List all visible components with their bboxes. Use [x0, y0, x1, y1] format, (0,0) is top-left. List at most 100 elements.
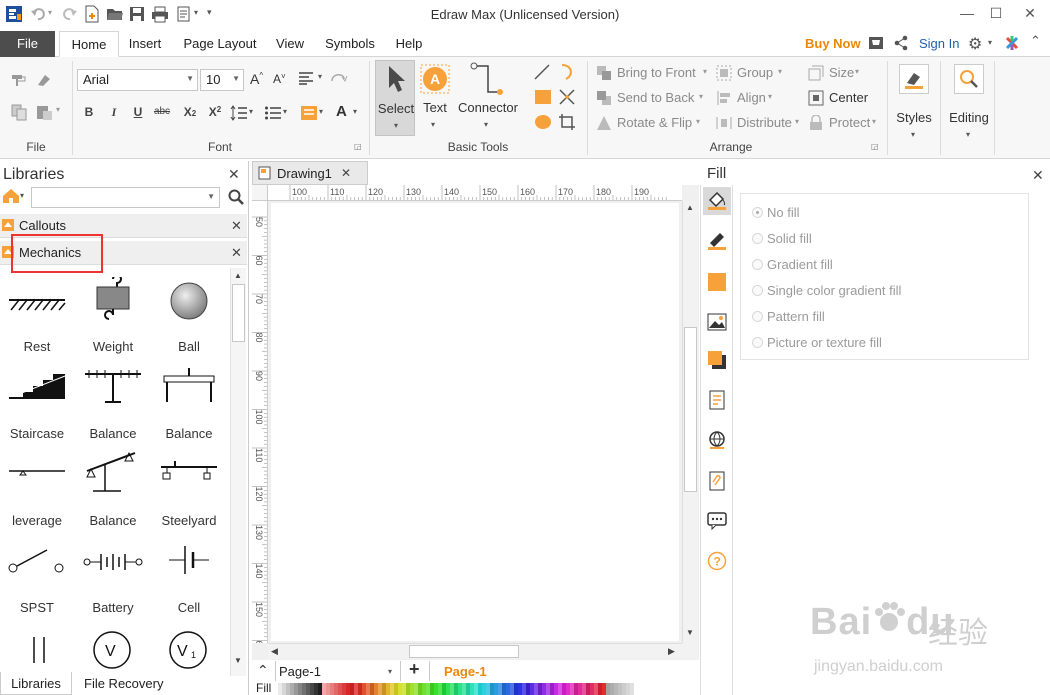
size-label[interactable]: Size — [829, 65, 854, 80]
maximize-button[interactable]: ☐ — [982, 2, 1010, 26]
color-swatch[interactable] — [306, 683, 310, 695]
attachment-icon[interactable] — [707, 471, 727, 491]
color-swatch[interactable] — [442, 683, 446, 695]
bullets-icon[interactable] — [264, 105, 282, 121]
color-swatch[interactable] — [406, 683, 410, 695]
bring-to-front-dropdown-icon[interactable]: ▾ — [703, 67, 707, 76]
align-icon[interactable] — [716, 90, 732, 106]
color-swatch[interactable] — [310, 683, 314, 695]
styles-label[interactable]: Styles — [890, 110, 938, 125]
library-search-input[interactable]: ▼ — [31, 187, 220, 208]
clear-format-icon[interactable] — [35, 70, 53, 88]
color-swatch[interactable] — [542, 683, 546, 695]
radio-button[interactable] — [752, 233, 763, 244]
color-swatch[interactable] — [374, 683, 378, 695]
scroll-right-icon[interactable]: ▶ — [668, 646, 675, 657]
color-swatch[interactable] — [550, 683, 554, 695]
color-swatch[interactable] — [346, 683, 350, 695]
color-swatch[interactable] — [466, 683, 470, 695]
line-spacing-icon[interactable] — [230, 105, 248, 121]
shadow-icon[interactable] — [707, 350, 727, 370]
page-bar-collapse-icon[interactable]: ⌃ — [257, 662, 269, 679]
bullets-dropdown-icon[interactable]: ▾ — [283, 107, 287, 116]
color-swatch[interactable] — [558, 683, 562, 695]
color-palette[interactable] — [274, 683, 634, 695]
color-swatch[interactable] — [426, 683, 430, 695]
shape-rest[interactable]: Rest — [0, 273, 75, 359]
color-swatch[interactable] — [418, 683, 422, 695]
color-swatch[interactable] — [614, 683, 618, 695]
color-swatch[interactable] — [362, 683, 366, 695]
color-swatch[interactable] — [366, 683, 370, 695]
page-properties-icon[interactable] — [707, 390, 727, 410]
color-swatch[interactable] — [354, 683, 358, 695]
color-swatch[interactable] — [394, 683, 398, 695]
line-spacing-dropdown-icon[interactable]: ▾ — [249, 107, 253, 116]
color-swatch[interactable] — [574, 683, 578, 695]
italic-button[interactable]: I — [104, 105, 124, 120]
scroll-thumb[interactable] — [684, 327, 697, 492]
color-swatch[interactable] — [630, 683, 634, 695]
font-color-dropdown-icon[interactable]: ▾ — [353, 107, 357, 116]
center-icon[interactable] — [808, 90, 824, 106]
color-swatch[interactable] — [334, 683, 338, 695]
scroll-thumb[interactable] — [232, 284, 245, 342]
styles-dropdown-icon[interactable]: ▾ — [911, 130, 915, 139]
distribute-dropdown-icon[interactable]: ▾ — [795, 117, 799, 126]
radio-button[interactable] — [752, 207, 763, 218]
close-fill-panel-icon[interactable]: ✕ — [1032, 167, 1044, 184]
share-icon[interactable] — [893, 35, 909, 51]
color-swatch[interactable] — [514, 683, 518, 695]
scroll-down-icon[interactable]: ▼ — [234, 656, 242, 665]
ellipse-tool-icon[interactable] — [534, 113, 552, 131]
color-swatch[interactable] — [602, 683, 606, 695]
minimize-button[interactable]: — — [953, 2, 981, 26]
shape-balance-2[interactable]: Balance — [151, 360, 227, 446]
color-swatch[interactable] — [522, 683, 526, 695]
library-home-dropdown-icon[interactable]: ▾ — [20, 191, 24, 200]
color-swatch[interactable] — [462, 683, 466, 695]
styles-icon[interactable] — [899, 64, 929, 94]
rotate-flip-icon[interactable] — [596, 115, 612, 131]
align-label[interactable]: Align — [737, 90, 766, 105]
canvas-vertical-scrollbar[interactable]: ▲ ▼ — [682, 201, 698, 643]
color-swatch[interactable] — [538, 683, 542, 695]
center-label[interactable]: Center — [829, 90, 868, 105]
color-swatch[interactable] — [282, 683, 286, 695]
send-to-back-icon[interactable] — [596, 90, 612, 106]
buy-now-link[interactable]: Buy Now — [805, 36, 861, 51]
color-swatch[interactable] — [546, 683, 550, 695]
color-swatch[interactable] — [290, 683, 294, 695]
subscript-button[interactable]: X2 — [180, 105, 200, 119]
color-swatch[interactable] — [470, 683, 474, 695]
image-icon[interactable] — [707, 312, 727, 332]
close-document-icon[interactable]: ✕ — [341, 166, 351, 180]
color-swatch[interactable] — [438, 683, 442, 695]
align-dropdown-icon[interactable]: ▾ — [768, 92, 772, 101]
connector-dropdown-icon[interactable]: ▾ — [484, 120, 488, 129]
cart-icon[interactable] — [868, 35, 884, 51]
color-swatch[interactable] — [450, 683, 454, 695]
color-swatch[interactable] — [498, 683, 502, 695]
color-swatch[interactable] — [578, 683, 582, 695]
increase-font-icon[interactable]: A^ — [250, 71, 263, 87]
radio-button[interactable] — [752, 259, 763, 270]
color-swatch[interactable] — [474, 683, 478, 695]
color-swatch[interactable] — [618, 683, 622, 695]
color-swatch[interactable] — [482, 683, 486, 695]
editing-dropdown-icon[interactable]: ▾ — [966, 130, 970, 139]
group-icon[interactable] — [716, 65, 732, 81]
shape-partial-voltmeter[interactable]: V — [92, 631, 132, 669]
color-swatch[interactable] — [342, 683, 346, 695]
page-tab-active[interactable]: Page-1 — [444, 664, 487, 679]
tab-insert[interactable]: Insert — [121, 31, 169, 57]
size-icon[interactable] — [808, 65, 824, 81]
color-swatch[interactable] — [370, 683, 374, 695]
color-swatch[interactable] — [322, 683, 326, 695]
color-swatch[interactable] — [490, 683, 494, 695]
shape-balance-3[interactable]: Balance — [75, 447, 151, 533]
color-swatch[interactable] — [278, 683, 282, 695]
font-color-icon[interactable]: A — [336, 103, 347, 120]
tab-view[interactable]: View — [271, 31, 309, 57]
distribute-icon[interactable] — [716, 115, 732, 131]
